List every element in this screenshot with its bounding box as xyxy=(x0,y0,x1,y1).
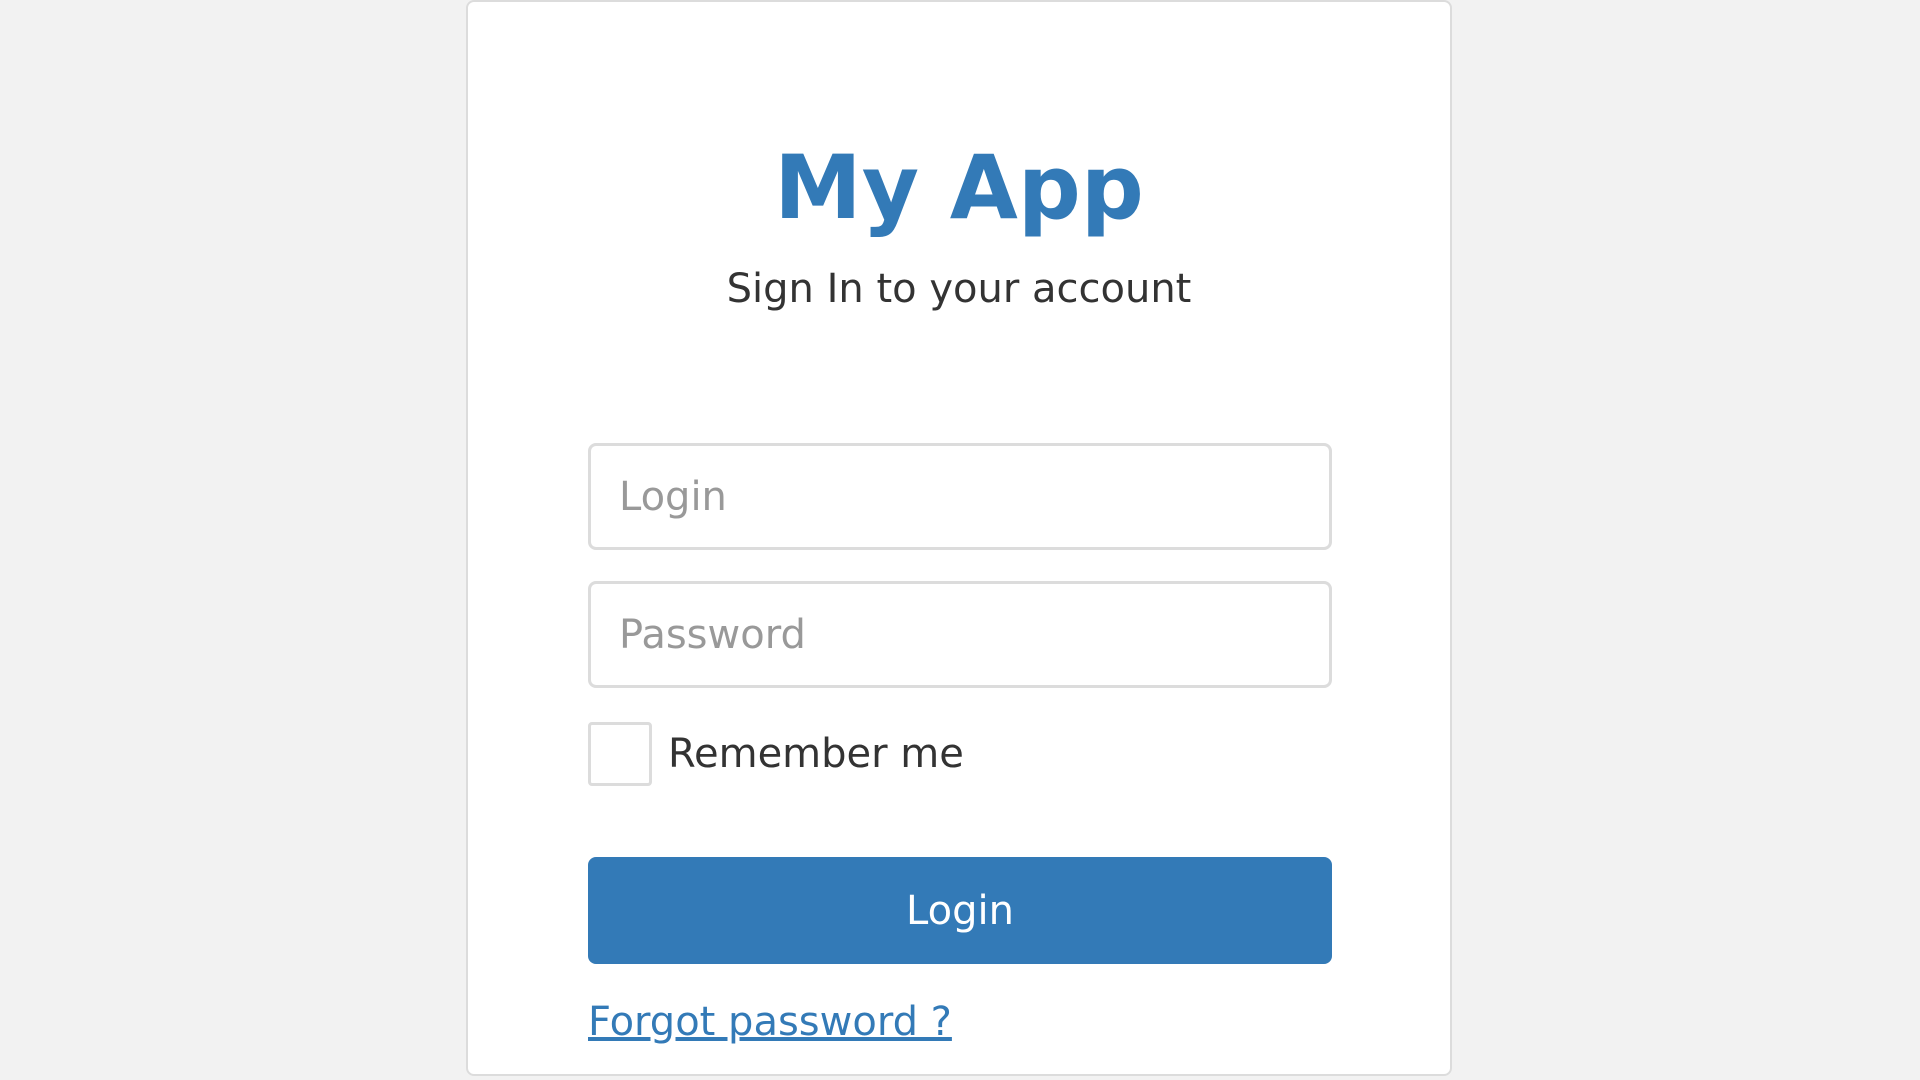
password-input[interactable] xyxy=(588,581,1332,688)
login-card: My App Sign In to your account Remember … xyxy=(466,0,1452,1076)
sign-in-subtitle: Sign In to your account xyxy=(726,266,1192,312)
forgot-password-link[interactable]: Forgot password ? xyxy=(588,1000,952,1044)
remember-me-option[interactable]: Remember me xyxy=(588,722,964,786)
remember-me-label: Remember me xyxy=(668,731,964,777)
remember-me-checkbox[interactable] xyxy=(588,722,652,786)
login-button[interactable]: Login xyxy=(588,857,1332,964)
login-input[interactable] xyxy=(588,443,1332,550)
app-title: My App xyxy=(774,136,1144,239)
